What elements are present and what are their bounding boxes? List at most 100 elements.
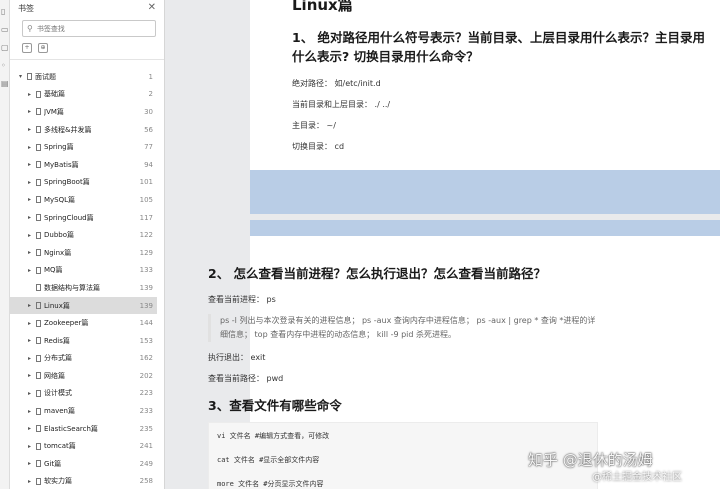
bookmark-item[interactable]: ▸ Dubbo篇 122 [10,226,157,244]
bookmark-label: MQ篇 [44,266,63,275]
pdf-reader-window: ▯ ▭ ▢ ◦ ▤ 书签 ✕ ⚲ + ⊕ ▾ 面试题 1 ▸ 基础篇 2 ▸ JVM篇 30 ▸ 多… [0,0,720,489]
watermark-sub: @稀土掘金技术社区 [592,472,682,483]
bookmark-item[interactable]: ▸ 软实力篇 258 [10,473,157,489]
bookmark-page-number: 249 [139,459,153,468]
bookmark-label: Git篇 [44,459,62,468]
chevron-right-icon[interactable]: ▸ [28,232,34,239]
bookmark-page-icon [36,90,41,98]
bookmark-page-icon [36,231,41,239]
bookmark-item[interactable]: ▸ 基础篇 2 [10,86,157,104]
bookmark-page-number: 133 [139,266,153,275]
bookmark-item[interactable]: ▸ maven篇 233 [10,402,157,420]
chevron-right-icon[interactable]: ▸ [28,214,34,221]
bookmark-page-icon [27,73,32,81]
chevron-right-icon[interactable]: ▸ [28,108,34,115]
bookmark-label: 面试题 [35,72,56,81]
bookmark-page-icon [36,126,41,134]
chevron-right-icon[interactable]: ▸ [28,267,34,274]
bookmark-item[interactable]: ▸ tomcat篇 241 [10,437,157,455]
bookmark-item[interactable]: ▸ MyBatis篇 94 [10,156,157,174]
thumbnail-icon[interactable]: ▭ [1,26,9,34]
document-view[interactable]: Linux篇 1、 绝对路径用什么符号表示？当前目录、上层目录用什么表示？主目录… [166,0,720,489]
bookmark-item[interactable]: ▸ SpringBoot篇 101 [10,174,157,192]
answer-line: 绝对路径： 如/etc/init.d [292,79,381,88]
chevron-right-icon[interactable]: ▸ [28,390,34,397]
chevron-right-icon[interactable]: ▸ [28,320,34,327]
chevron-right-icon[interactable]: ▸ [28,478,34,485]
chevron-right-icon[interactable]: ▸ [28,355,34,362]
bookmark-item[interactable]: ▾ 面试题 1 [10,68,157,86]
bookmark-page-icon [36,108,41,116]
chevron-down-icon[interactable]: ▾ [19,73,25,80]
code-line: cat 文件名 #显示全部文件内容 [217,456,320,464]
bookmark-item[interactable]: ▸ Git篇 249 [10,455,157,473]
section-title: Linux篇 [292,0,353,14]
left-toolstrip: ▯ ▭ ▢ ◦ ▤ [0,0,10,489]
bookmark-label: 数据结构与算法篇 [44,283,100,292]
bookmark-item[interactable]: ▸ SpringCloud篇 117 [10,209,157,227]
chevron-right-icon[interactable]: ▸ [28,196,34,203]
chevron-right-icon[interactable]: ▸ [28,144,34,151]
bookmark-item[interactable]: ▸ MQ篇 133 [10,262,157,280]
bookmark-item[interactable]: ▸ Nginx篇 129 [10,244,157,262]
bookmark-panel-title: 书签 [18,3,34,13]
bookmark-search-input[interactable] [36,24,147,33]
chevron-right-icon[interactable]: ▸ [28,91,34,98]
bookmark-item[interactable]: ▸ Spring篇 77 [10,138,157,156]
bookmark-page-icon [36,442,41,450]
search-icon: ⚲ [27,24,33,33]
bookmark-page-number: 153 [139,336,153,345]
expand-bookmarks-icon[interactable]: + [22,43,32,53]
bookmark-label: Dubbo篇 [44,231,74,240]
bookmark-page-icon [36,477,41,485]
chevron-right-icon[interactable]: ▸ [28,460,34,467]
bookmark-page-icon [36,389,41,397]
page-gap-highlight [250,170,720,214]
close-icon[interactable]: ✕ [148,3,156,13]
chevron-right-icon[interactable]: ▸ [28,443,34,450]
bookmark-item[interactable]: ▸ JVM篇 30 [10,103,157,121]
chevron-right-icon[interactable]: ▸ [28,337,34,344]
bookmark-page-number: 241 [139,442,153,451]
bookmark-icon[interactable]: ▯ [1,8,9,16]
chevron-right-icon[interactable]: ▸ [28,372,34,379]
chevron-right-icon[interactable]: ▸ [28,161,34,168]
bookmark-item[interactable]: ▸ Redis篇 153 [10,332,157,350]
bookmark-item[interactable]: ▸ ElasticSearch篇 235 [10,420,157,438]
bookmark-item[interactable]: ▸ 网络篇 202 [10,367,157,385]
chevron-right-icon[interactable]: ▸ [28,302,34,309]
bookmark-page-icon [36,249,41,257]
bookmark-search-box[interactable]: ⚲ [22,20,156,37]
bookmark-page-number: 94 [144,160,153,169]
chevron-right-icon[interactable]: ▸ [28,408,34,415]
chevron-right-icon[interactable]: ▸ [28,425,34,432]
bookmark-page-number: 129 [139,248,153,257]
bookmark-page-icon [36,143,41,151]
bookmark-item[interactable]: 数据结构与算法篇 139 [10,279,157,297]
bookmark-item[interactable]: ▸ MySQL篇 105 [10,191,157,209]
chevron-right-icon[interactable]: ▸ [28,179,34,186]
bookmark-page-icon [36,284,41,292]
bookmark-item[interactable]: ▸ 多线程&并发篇 56 [10,121,157,139]
chevron-right-icon[interactable]: ▸ [28,249,34,256]
bookmark-item[interactable]: ▸ 分布式篇 162 [10,350,157,368]
bookmark-item[interactable]: ▸ Zookeeper篇 144 [10,314,157,332]
layers-icon[interactable]: ▤ [1,80,9,88]
bookmark-item[interactable]: ▸ Linux篇 139 [10,296,157,315]
comment-icon[interactable]: ▢ [1,44,9,52]
bookmark-page-icon [36,161,41,169]
bookmark-page-number: 56 [144,125,153,134]
answer-line: 执行退出： exit [208,353,266,362]
attachment-icon[interactable]: ◦ [1,62,9,70]
quote-block: ps -l 列出与本次登录有关的进程信息； ps -aux 查询内存中进程信息；… [208,314,598,342]
bookmark-label: maven篇 [44,407,75,416]
bookmark-item[interactable]: ▸ 设计模式 223 [10,385,157,403]
answer-line: 查看当前进程： ps [208,295,276,304]
add-bookmark-icon[interactable]: ⊕ [38,43,48,53]
bookmark-page-number: 117 [139,213,153,222]
chevron-right-icon[interactable]: ▸ [28,126,34,133]
bookmark-page-icon [36,178,41,186]
bookmark-list: ▾ 面试题 1 ▸ 基础篇 2 ▸ JVM篇 30 ▸ 多线程&并发篇 56 ▸ Spring篇 77 ▸ My… [10,68,157,489]
bookmark-label: 基础篇 [44,90,65,99]
bookmark-page-icon [36,266,41,274]
